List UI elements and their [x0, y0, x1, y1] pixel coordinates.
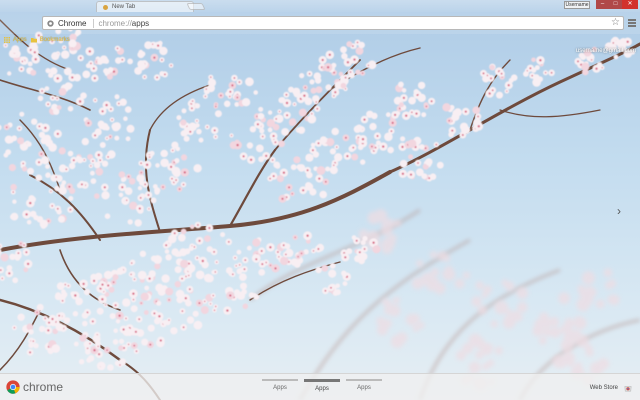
window-controls: – □ ✕ [596, 0, 638, 9]
url-scheme: chrome:// [98, 18, 132, 28]
web-store-icon[interactable] [624, 384, 632, 392]
app-page-switcher: Apps Apps Apps [262, 379, 388, 392]
chevron-right-icon[interactable]: › [614, 204, 624, 218]
page-tab-label: Apps [315, 386, 329, 392]
tab-favicon-icon [103, 4, 108, 10]
new-tab-button[interactable] [186, 3, 206, 10]
back-arrow-icon[interactable] [4, 18, 14, 28]
tab-new-tab[interactable]: New Tab [96, 1, 194, 12]
theme-wallpaper [0, 0, 640, 400]
profile-button[interactable]: Username [564, 1, 590, 9]
chrome-logo-icon [6, 380, 20, 394]
minimize-button[interactable]: – [596, 0, 609, 9]
bookmark-apps[interactable]: Apps [4, 37, 27, 43]
web-store-link[interactable]: Web Store [590, 385, 618, 391]
hamburger-menu-icon[interactable] [628, 19, 636, 27]
star-icon[interactable]: ☆ [611, 17, 620, 29]
page-indicator-bar [346, 379, 382, 381]
maximize-button[interactable]: □ [609, 0, 622, 9]
signed-in-user-label[interactable]: username@gmail.com [576, 48, 636, 54]
page-tab-2[interactable]: Apps [304, 379, 340, 392]
url-path: apps [131, 18, 150, 28]
bookmark-apps-label: Apps [13, 37, 27, 43]
page-tab-label: Apps [357, 385, 371, 391]
omnibox-separator [93, 18, 95, 28]
address-bar[interactable]: Chrome chrome://apps ☆ [42, 16, 624, 30]
page-indicator-bar [262, 379, 298, 381]
bookmark-folder[interactable]: Bookmarks [30, 37, 70, 43]
bookmark-folder-label: Bookmarks [39, 37, 70, 43]
apps-grid-icon [4, 37, 10, 43]
bookmarks-bar: Apps Bookmarks [0, 35, 640, 45]
folder-icon [30, 38, 37, 43]
page-tab-label: Apps [273, 385, 287, 391]
page-tab-1[interactable]: Apps [262, 379, 298, 392]
tab-title: New Tab [112, 4, 136, 10]
page-tab-3[interactable]: Apps [346, 379, 382, 392]
chrome-page-icon [47, 19, 54, 27]
ntp-footer: chrome Apps Apps Apps Web Store [0, 373, 640, 400]
close-button[interactable]: ✕ [622, 0, 638, 9]
omnibox-chip-label: Chrome [58, 18, 87, 28]
omnibox-url[interactable]: chrome://apps [98, 19, 149, 28]
page-indicator-bar [304, 379, 340, 382]
chrome-wordmark: chrome [23, 380, 64, 394]
